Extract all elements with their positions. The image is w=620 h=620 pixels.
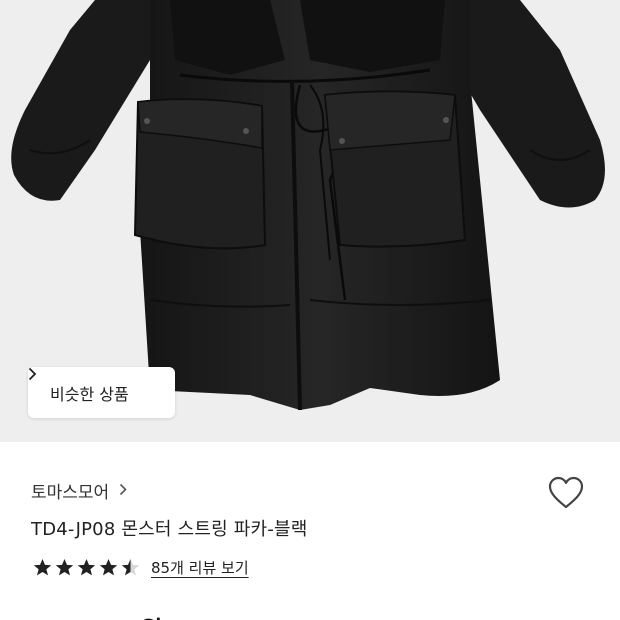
star-icon [121,558,140,576]
brand-link[interactable]: 토마스모어 [31,478,127,503]
rating-row: 85개 리뷰 보기 [33,557,249,578]
similar-products-button[interactable]: 비슷한 상품 [28,367,175,418]
similar-products-label: 비슷한 상품 [50,384,129,404]
product-title: TD4-JP08 몬스터 스트링 파카-블랙 [31,519,308,540]
star-icon [99,558,118,576]
review-link[interactable]: 85개 리뷰 보기 [151,557,249,578]
chevron-right-icon [119,482,127,500]
product-info: 토마스모어 TD4-JP08 몬스터 스트링 파카-블랙 85개 리뷰 보기 2… [0,442,620,620]
product-image[interactable]: 비슷한 상품 [0,0,620,442]
product-price: 255,000원 [31,610,162,620]
heart-outline-icon[interactable] [548,476,584,510]
rating-stars [33,558,143,577]
star-icon [77,558,96,576]
star-icon [33,558,52,576]
brand-name: 토마스모어 [31,483,110,503]
star-icon [55,558,74,576]
